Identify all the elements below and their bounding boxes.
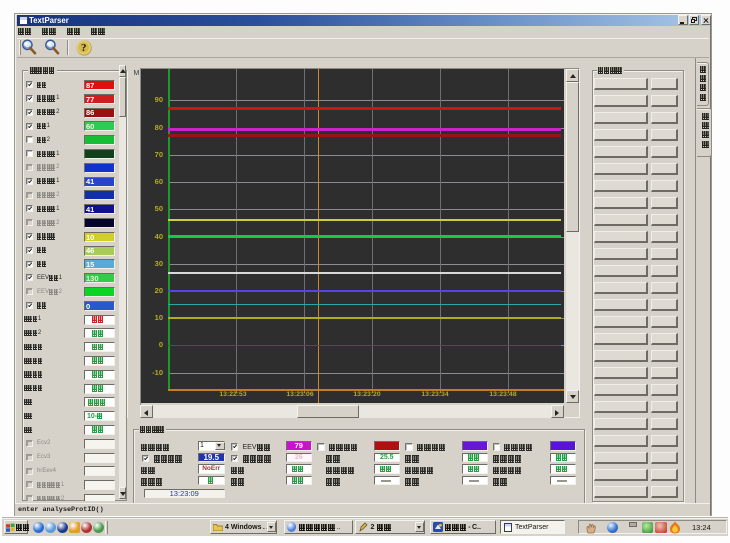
svg-text:?: ?: [81, 42, 87, 54]
